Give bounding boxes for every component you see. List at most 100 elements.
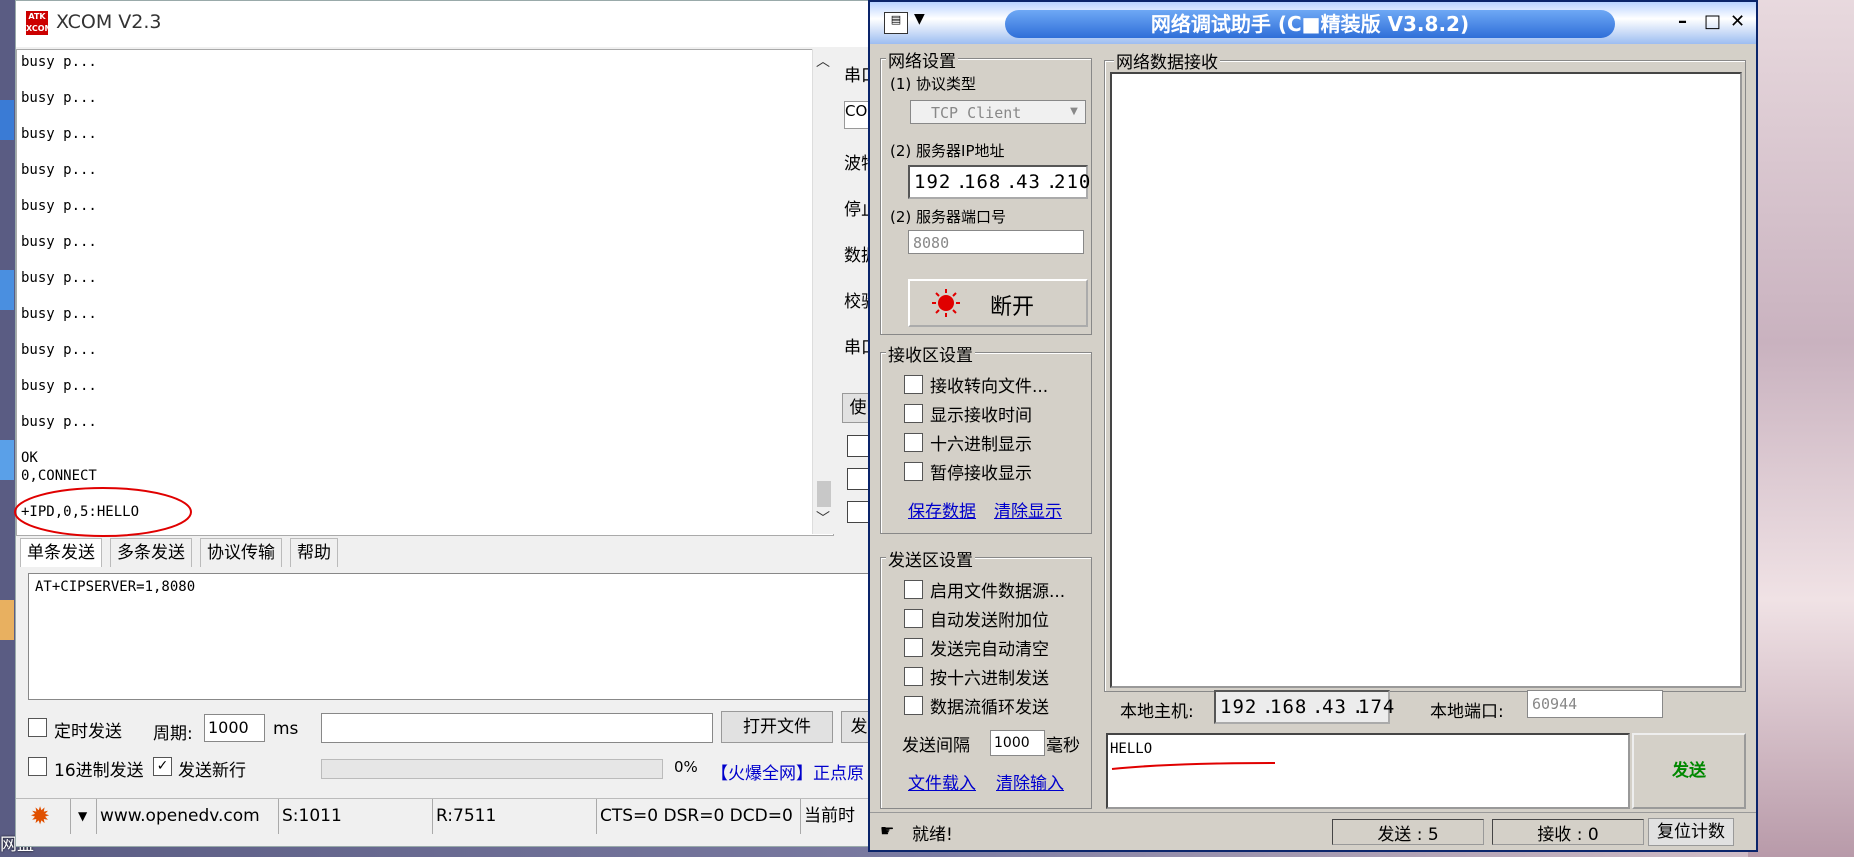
ipd-highlight-circle [14, 487, 192, 537]
recv-line: busy p... [21, 306, 97, 322]
pause-recv-label: 暂停接收显示 [930, 464, 1032, 484]
loop-send-checkbox[interactable] [904, 696, 923, 715]
desktop-icon[interactable] [0, 270, 14, 310]
local-port-input: 60944 [1527, 690, 1663, 718]
ip-octet: 168 [1270, 696, 1308, 718]
close-icon[interactable]: ✕ [1730, 11, 1745, 32]
xcom-receive-area[interactable]: busy p... busy p... busy p... busy p... … [14, 49, 834, 537]
settings-gear-icon[interactable]: ✹ [26, 799, 71, 834]
sent-count: S:1011 [278, 799, 433, 834]
desktop-icon[interactable] [0, 440, 14, 480]
net-send-button[interactable]: 发送 [1632, 733, 1746, 809]
recv-line: busy p... [21, 270, 97, 286]
ip-octet: 192 [1220, 696, 1258, 718]
timed-send-label: 定时发送 [54, 722, 122, 742]
recv-line: busy p... [21, 234, 97, 250]
tab-protocol[interactable]: 协议传输 [200, 538, 282, 567]
server-ip-label: (2) 服务器IP地址 [890, 142, 1005, 160]
auto-clear-checkbox[interactable] [904, 638, 923, 657]
tab-help[interactable]: 帮助 [290, 538, 338, 567]
side-checkbox[interactable] [847, 435, 869, 457]
send-interval-unit: 毫秒 [1046, 736, 1080, 756]
hex-display-label: 十六进制显示 [930, 435, 1032, 455]
tab-single-send[interactable]: 单条发送 [20, 538, 102, 567]
xcom-window-title: XCOM V2.3 [56, 11, 162, 33]
timed-send-checkbox[interactable] [28, 718, 47, 737]
recv-line: busy p... [21, 162, 97, 178]
recv-line: busy p... [21, 342, 97, 358]
net-receive-area[interactable] [1110, 72, 1742, 688]
hand-icon: ☛ [880, 821, 895, 840]
file-source-checkbox[interactable] [904, 580, 923, 599]
recv-count: 接收 : 0 [1492, 819, 1644, 845]
side-checkbox[interactable] [847, 501, 869, 523]
xcom-send-input[interactable]: AT+CIPSERVER=1,8080 [28, 573, 890, 700]
receive-scrollbar[interactable] [812, 49, 835, 534]
line-status: CTS=0 DSR=0 DCD=0 [596, 799, 801, 834]
scroll-down-icon[interactable]: ﹀ [816, 508, 830, 528]
minimize-icon[interactable]: – [1678, 11, 1687, 32]
file-source-label: 启用文件数据源... [930, 582, 1066, 602]
period-input[interactable]: 1000 [204, 714, 265, 742]
send-interval-input[interactable]: 1000 [990, 730, 1045, 756]
clear-display-link[interactable]: 清除显示 [994, 497, 1062, 522]
recv-line: busy p... [21, 90, 97, 106]
recv-to-file-checkbox[interactable] [904, 375, 923, 394]
xcom-title-bar[interactable]: ATK XCOM XCOM V2.3 [16, 1, 876, 47]
tab-multi-send[interactable]: 多条发送 [110, 538, 192, 567]
system-menu-icon[interactable]: ▤ [884, 12, 908, 34]
recv-settings-label: 接收区设置 [886, 341, 975, 366]
auto-clear-label: 发送完自动清空 [930, 640, 1049, 660]
hex-display-checkbox[interactable] [904, 433, 923, 452]
net-title-bar[interactable]: ▤ ▼ 网络调试助手 (C■精装版 V3.8.2) – □ ✕ [870, 2, 1756, 44]
net-send-input[interactable]: HELLO [1106, 733, 1630, 809]
desktop-icon[interactable] [0, 600, 14, 640]
pause-recv-checkbox[interactable] [904, 462, 923, 481]
hex-send-checkbox[interactable] [904, 667, 923, 686]
ad-link[interactable]: 【火爆全网】正点原 [711, 759, 864, 784]
net-assistant-window: ▤ ▼ 网络调试助手 (C■精装版 V3.8.2) – □ ✕ 网络设置 (1)… [868, 0, 1758, 852]
ip-octet: 43 [1322, 696, 1347, 718]
show-recv-time-checkbox[interactable] [904, 404, 923, 423]
chevron-down-icon[interactable]: ▼ [74, 799, 97, 834]
side-checkbox[interactable] [847, 468, 869, 490]
reset-count-button[interactable]: 复位计数 [1648, 818, 1734, 846]
chevron-down-icon[interactable]: ▼ [1064, 102, 1084, 122]
open-file-button[interactable]: 打开文件 [721, 711, 833, 743]
server-ip-input[interactable]: 192 . 168 . 43 . 210 [908, 165, 1090, 199]
maximize-icon[interactable]: □ [1704, 11, 1721, 32]
protocol-select[interactable]: TCP Client [910, 100, 1086, 124]
disconnect-button[interactable]: 断开 [908, 279, 1088, 327]
recv-line: busy p... [21, 378, 97, 394]
xcom-status-bar: ✹ ▼ www.openedv.com S:1011 R:7511 CTS=0 … [16, 798, 876, 834]
hex-send-checkbox[interactable] [28, 757, 47, 776]
ip-octet: 174 [1358, 696, 1396, 718]
append-bit-checkbox[interactable] [904, 609, 923, 628]
net-window-title: 网络调试助手 (C■精装版 V3.8.2) [1150, 12, 1470, 36]
send-newline-checkbox[interactable]: ✓ [153, 757, 172, 776]
desktop-icon[interactable] [0, 100, 14, 140]
website-link[interactable]: www.openedv.com [96, 799, 279, 834]
recv-line: busy p... [21, 54, 97, 70]
clear-input-link[interactable]: 清除输入 [996, 769, 1064, 794]
hello-underline [1111, 762, 1276, 770]
scroll-up-icon[interactable]: ︿ [816, 51, 830, 71]
save-data-link[interactable]: 保存数据 [908, 497, 976, 522]
net-status-bar: ☛ 就绪! 发送 : 5 接收 : 0 复位计数 [870, 812, 1756, 849]
server-port-input[interactable]: 8080 [908, 230, 1084, 254]
current-time: 当前时 [804, 806, 855, 826]
disconnect-label: 断开 [990, 295, 1035, 320]
status-ready: 就绪! [912, 825, 953, 845]
file-load-link[interactable]: 文件载入 [908, 769, 976, 794]
file-path-input[interactable] [321, 713, 713, 743]
scroll-thumb[interactable] [817, 481, 831, 507]
local-port-label: 本地端口: [1430, 702, 1504, 722]
local-host-ip: 192 . 168 . 43 . 174 [1214, 690, 1394, 724]
loop-send-label: 数据流循环发送 [930, 698, 1049, 718]
menu-dropdown-icon[interactable]: ▼ [914, 11, 925, 27]
recv-ok-line: OK [21, 450, 38, 466]
recv-line: busy p... [21, 126, 97, 142]
progress-percent: 0% [674, 758, 698, 776]
desktop-wallpaper-right [1748, 0, 1854, 857]
hex-send-label: 按十六进制发送 [930, 669, 1049, 689]
